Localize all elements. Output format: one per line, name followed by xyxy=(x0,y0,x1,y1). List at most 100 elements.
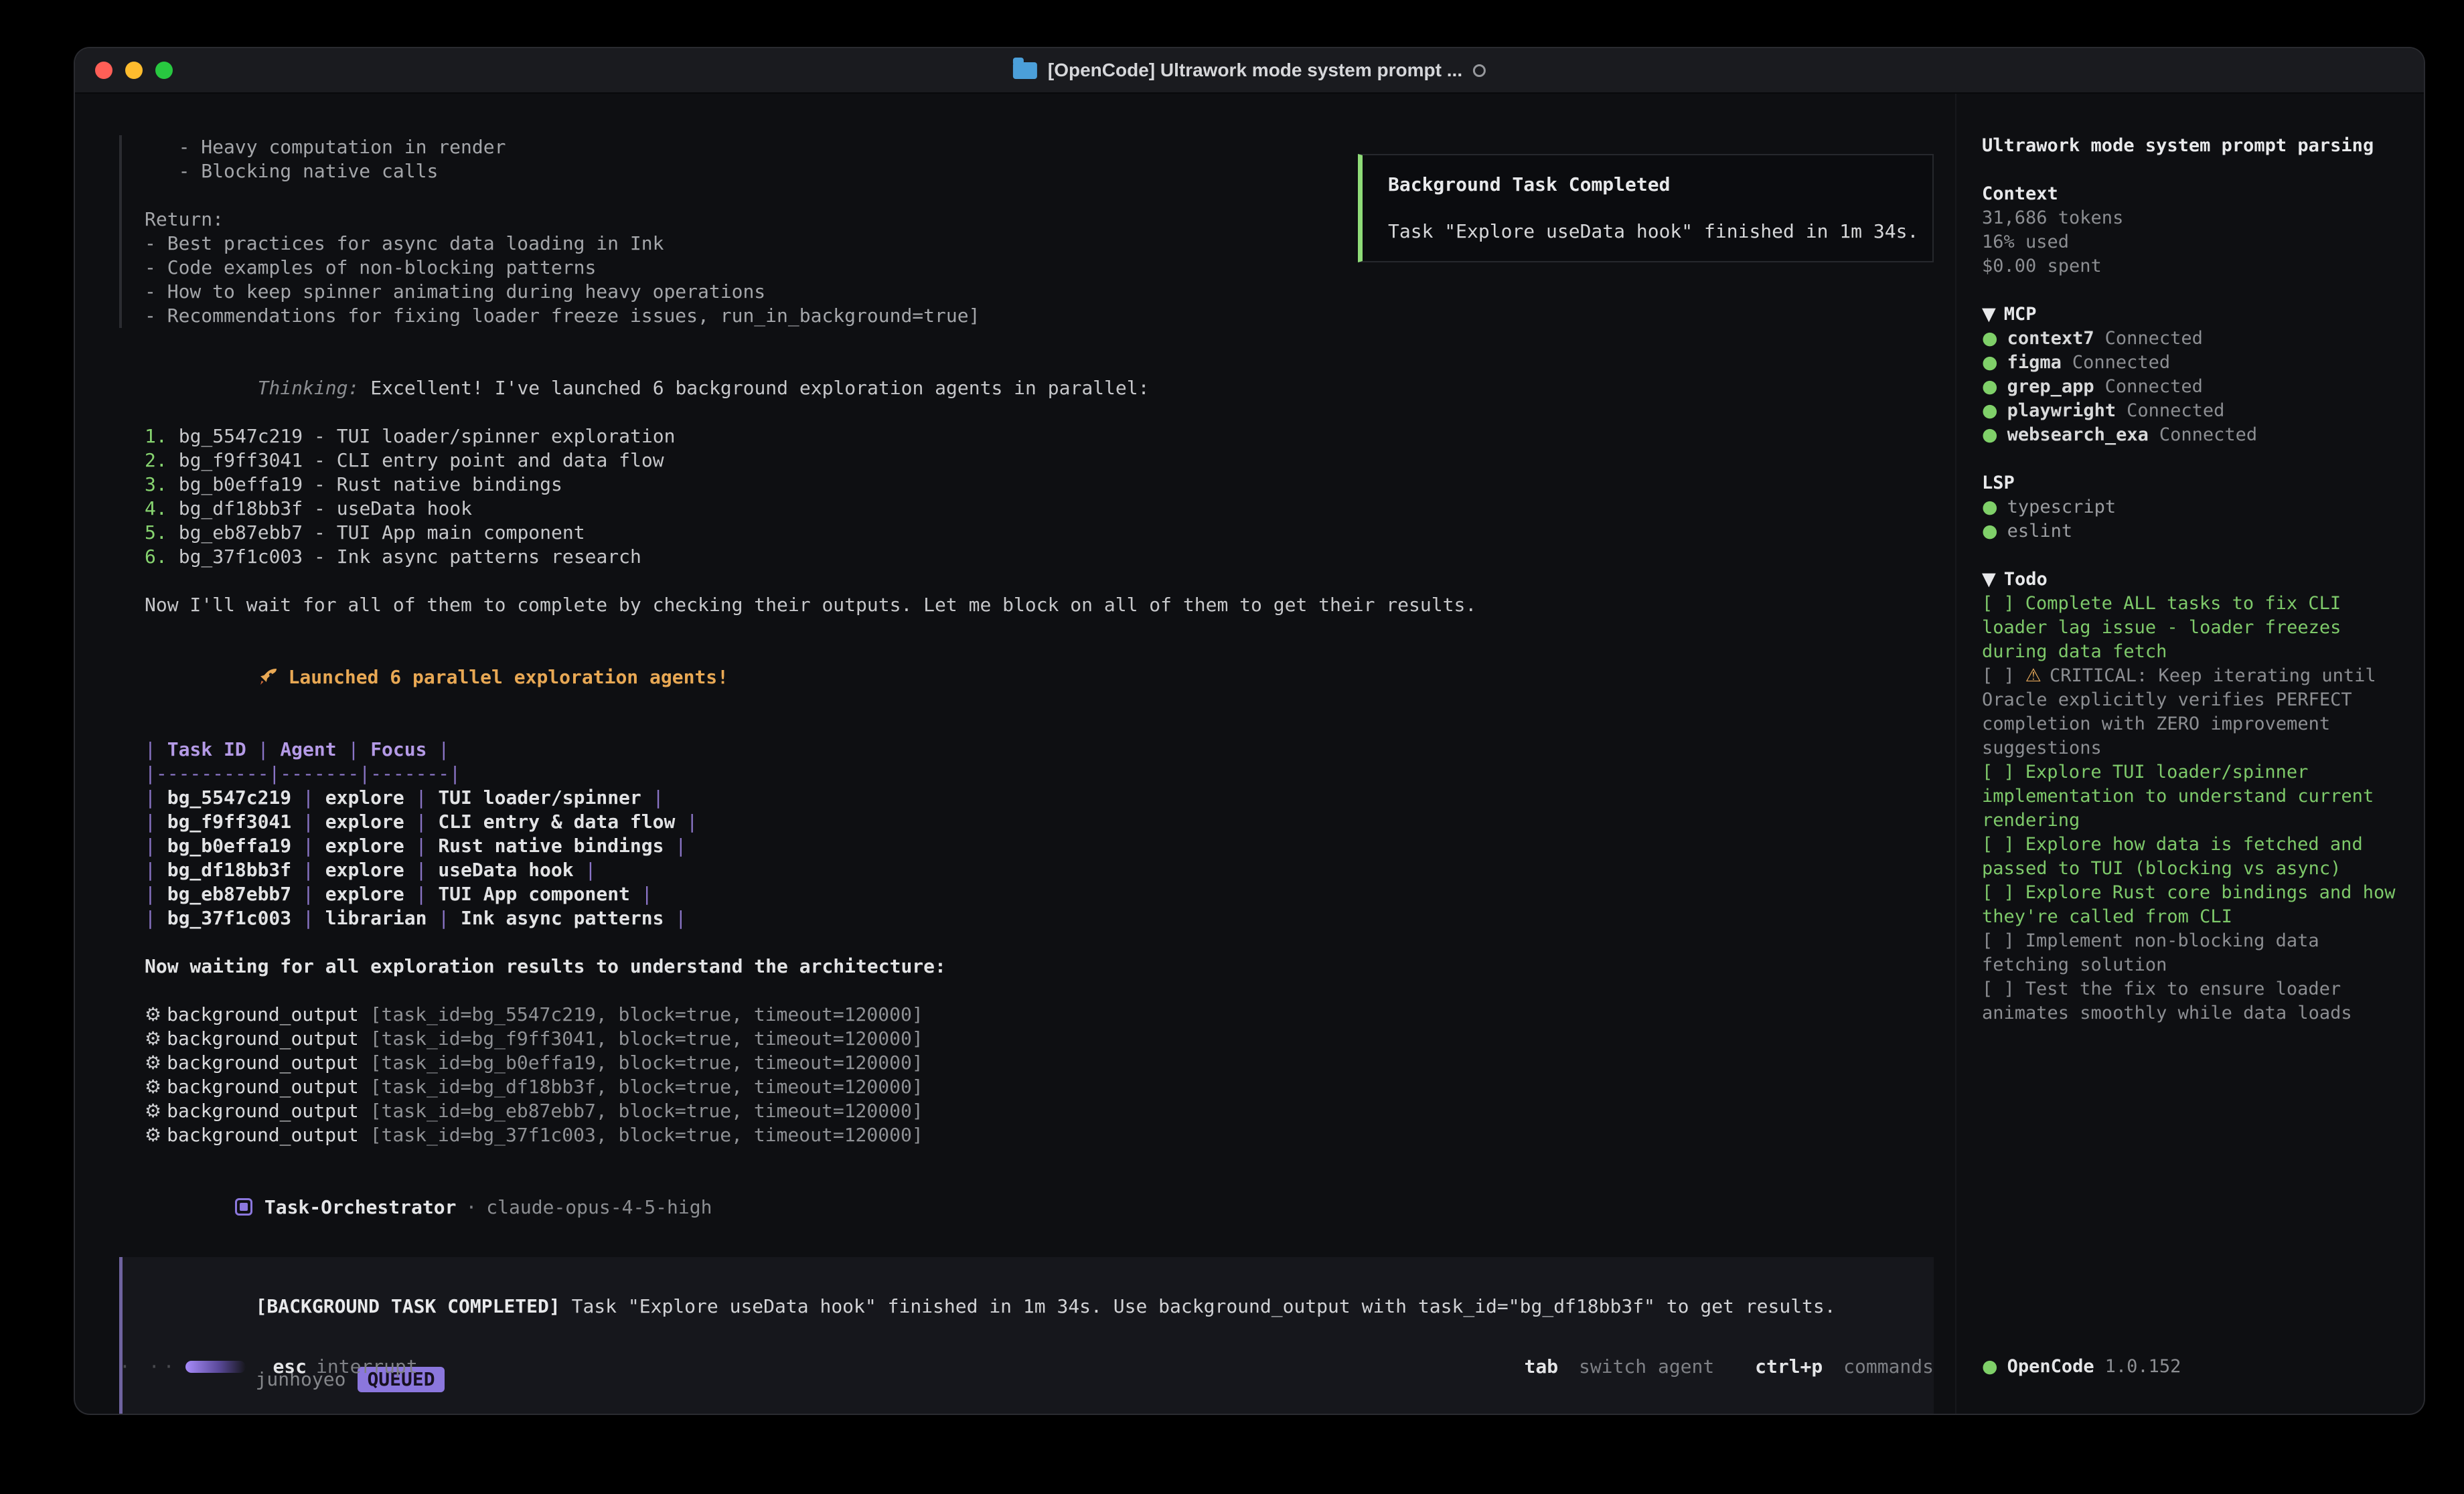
status-bar-left: · ·· esc interrupt xyxy=(119,1355,418,1379)
context-stat-line: $0.00 spent xyxy=(1982,254,2397,278)
mcp-server-name: grep_app xyxy=(2007,376,2094,397)
tab-key-label: switch agent xyxy=(1579,1355,1714,1378)
table-cell-focus: TUI loader/spinner xyxy=(438,786,641,809)
todo-checkbox: [ ] xyxy=(1982,665,2015,686)
status-dot-icon: ● xyxy=(1982,497,1998,517)
lsp-list: ● typescript●eslint xyxy=(1982,495,2397,544)
table-cell-task-id: bg_eb87ebb7 xyxy=(167,883,291,905)
mcp-header[interactable]: ▼MCP xyxy=(1982,303,2397,327)
table-row: | bg_df18bb3f | explore | useData hook | xyxy=(145,858,1934,882)
notification-title: Background Task Completed xyxy=(1388,173,1927,197)
gear-icon: ⚙ xyxy=(145,1124,161,1146)
event-text: Task "Explore useData hook" finished in … xyxy=(560,1295,1836,1317)
tool-call-line: ⚙background_output[task_id=bg_eb87ebb7, … xyxy=(145,1099,1934,1123)
todo-text: Explore how data is fetched and passed t… xyxy=(1982,834,2363,879)
tool-call-name: background_output xyxy=(167,1100,359,1122)
todo-checkbox: [ ] xyxy=(1982,979,2015,999)
chevron-down-icon: ▼ xyxy=(1982,304,1996,325)
table-cell-agent: explore xyxy=(325,859,404,881)
app-version: 1.0.152 xyxy=(2105,1356,2181,1377)
lsp-item: ●eslint xyxy=(1982,519,2397,544)
list-number: 3. xyxy=(145,473,167,495)
table-row: | bg_b0effa19 | explore | Rust native bi… xyxy=(145,834,1934,858)
context-stat-line: 31,686 tokens xyxy=(1982,206,2397,230)
table-separator-row: |----------|-------|-------| xyxy=(145,762,1934,786)
launch-banner: Launched 6 parallel exploration agents! xyxy=(145,641,1934,714)
table-cell-focus: Ink async patterns xyxy=(461,907,664,929)
mcp-server-name: playwright xyxy=(2007,400,2116,421)
status-bar: · ·· esc interrupt tab switch agent ctrl… xyxy=(119,1355,1934,1379)
tool-call-line: ⚙ background_output [task_id=bg_37f1c003, … xyxy=(145,1123,1934,1147)
gear-icon: ⚙ xyxy=(145,1052,161,1074)
tool-call-args: [task_id=bg_eb87ebb7, block=true, timeou… xyxy=(370,1100,923,1122)
tool-call-name: background_output xyxy=(167,1003,359,1025)
table-row: | bg_f9ff3041 | explore | CLI entry & da… xyxy=(145,810,1934,834)
tool-call-name: background_output xyxy=(167,1027,359,1050)
tool-call-name: background_output xyxy=(167,1124,359,1146)
background-task-notification: Background Task Completed Task "Explore … xyxy=(1358,154,1934,262)
gear-icon: ⚙ xyxy=(145,1076,161,1098)
table-cell-agent: explore xyxy=(325,835,404,857)
agent-id-item: 3.bg_b0effa19 - Rust native bindings xyxy=(145,473,1934,497)
lsp-server-name: typescript xyxy=(2007,497,2116,517)
todo-text: Complete ALL tasks to fix CLI loader lag… xyxy=(1982,593,2341,662)
tool-result-line: - Recommendations for fixing loader free… xyxy=(145,304,1934,328)
mcp-server-status: Connected xyxy=(2105,328,2203,349)
context-header: Context xyxy=(1982,182,2397,206)
table-cell-task-id: bg_f9ff3041 xyxy=(167,811,291,833)
table-cell-focus: TUI App component xyxy=(438,883,630,905)
table-row: | bg_eb87ebb7 | explore | TUI App compon… xyxy=(145,882,1934,906)
window-content: - Heavy computation in render - Blocking… xyxy=(75,94,2424,1414)
status-bar-right: tab switch agent ctrl+p commands xyxy=(1525,1355,1934,1379)
table-row: | bg_37f1c003 | librarian | Ink async pa… xyxy=(145,906,1934,930)
gear-icon: ⚙ xyxy=(145,1003,161,1025)
status-dot-icon: ● xyxy=(1982,328,1998,349)
mcp-server-name: figma xyxy=(2007,352,2062,373)
agent-status-model: claude-opus-4-5-high xyxy=(486,1196,712,1218)
status-circle-icon xyxy=(1473,64,1486,77)
thinking-text: Excellent! I've launched 6 background ex… xyxy=(370,377,1149,399)
tool-call-args: [task_id=bg_37f1c003, block=true, timeou… xyxy=(370,1124,923,1146)
minimize-button[interactable] xyxy=(125,62,143,79)
todo-section: ▼Todo [ ]Complete ALL tasks to fix CLI l… xyxy=(1982,568,2397,1025)
lsp-header: LSP xyxy=(1982,471,2397,495)
table-cell-agent: explore xyxy=(325,883,404,905)
tool-result-line: - How to keep spinner animating during h… xyxy=(145,280,1934,304)
launch-banner-text: Launched 6 parallel exploration agents! xyxy=(289,666,728,688)
agents-table: | Task ID | Agent | Focus | |----------|… xyxy=(145,738,1934,930)
table-cell-agent: explore xyxy=(325,811,404,833)
wait-text: Now I'll wait for all of them to complet… xyxy=(145,593,1934,617)
todo-item: [ ]Explore Rust core bindings and how th… xyxy=(1982,881,2397,929)
ctrlp-key-label: commands xyxy=(1843,1355,1934,1378)
mcp-server-status: Connected xyxy=(2072,352,2170,373)
table-header-cell: Agent xyxy=(280,738,336,760)
todo-item: [ ]Complete ALL tasks to fix CLI loader … xyxy=(1982,592,2397,664)
tool-call-args: [task_id=bg_f9ff3041, block=true, timeou… xyxy=(370,1027,923,1050)
table-body: | bg_5547c219 | explore | TUI loader/spi… xyxy=(145,786,1934,930)
table-cell-task-id: bg_b0effa19 xyxy=(167,835,291,857)
titlebar: [OpenCode] Ultrawork mode system prompt … xyxy=(75,48,2424,94)
warning-icon: ⚠ xyxy=(2025,665,2042,686)
close-button[interactable] xyxy=(95,62,112,79)
list-number: 4. xyxy=(145,497,167,519)
todo-text: Explore TUI loader/spinner implementatio… xyxy=(1982,762,2374,831)
event-prefix: [BACKGROUND TASK COMPLETED] xyxy=(256,1295,560,1317)
tool-call-line: ⚙background_output[task_id=bg_5547c219, … xyxy=(145,1003,1934,1027)
tool-call-name: background_output xyxy=(167,1076,359,1098)
mcp-server-status: Connected xyxy=(2159,424,2257,445)
tool-call-line: ⚙background_output[task_id=bg_df18bb3f, … xyxy=(145,1075,1934,1099)
todo-header[interactable]: ▼Todo xyxy=(1982,568,2397,592)
tool-call-name: background_output xyxy=(167,1052,359,1074)
tab-key-hint: tab xyxy=(1525,1355,1559,1378)
table-header-cell: Task ID xyxy=(167,738,246,760)
rocket-icon xyxy=(258,666,279,687)
todo-checkbox: [ ] xyxy=(1982,882,2015,903)
event-message: [BACKGROUND TASK COMPLETED] Task "Explor… xyxy=(143,1270,1914,1343)
context-stat-line: 16% used xyxy=(1982,230,2397,254)
mcp-section: ▼MCP ●context7Connected●figmaConnected●g… xyxy=(1982,303,2397,447)
app-window: [OpenCode] Ultrawork mode system prompt … xyxy=(75,48,2424,1414)
zoom-button[interactable] xyxy=(155,62,173,79)
agent-icon xyxy=(235,1198,252,1216)
app-version-footer: ●OpenCode1.0.152 xyxy=(1982,1355,2181,1379)
status-dot-icon: ● xyxy=(1982,1356,1998,1377)
